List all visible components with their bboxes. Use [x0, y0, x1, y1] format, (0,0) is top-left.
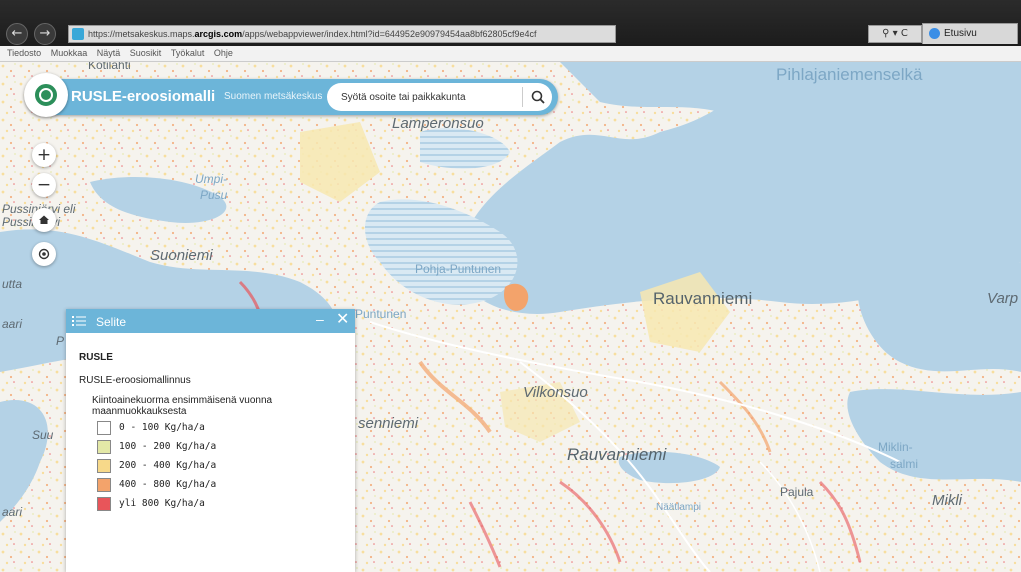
legend-swatch	[97, 478, 111, 492]
menu-favorites[interactable]: Suosikit	[130, 48, 162, 58]
map-label: Lamperonsuo	[392, 115, 484, 132]
search-divider	[522, 87, 523, 107]
legend-item-label: yli 800 Kg/ha/a	[119, 498, 205, 509]
legend-item-label: 200 - 400 Kg/ha/a	[119, 460, 217, 471]
legend-item-label: 400 - 800 Kg/ha/a	[119, 479, 217, 490]
address-bar[interactable]: https://metsakeskus.maps.arcgis.com/apps…	[68, 25, 616, 43]
map-label: Suoniemi	[150, 247, 213, 264]
map-label: P	[56, 334, 65, 348]
map-label: Varp	[987, 290, 1019, 307]
search-box	[327, 83, 552, 111]
legend-header: Selite – ✕	[66, 309, 355, 333]
map-label: senniemi	[358, 415, 419, 432]
map-label: aari	[2, 317, 23, 331]
legend-layer-name: RUSLE	[79, 352, 113, 363]
legend-swatch	[97, 440, 111, 454]
list-icon	[72, 316, 86, 326]
app-title: RUSLE-eroosiomalli	[71, 88, 216, 105]
map-label: Pajula	[780, 485, 814, 499]
legend-swatch	[97, 459, 111, 473]
url-path: /apps/webappviewer/index.html?id=644952e…	[242, 29, 537, 39]
menu-file[interactable]: Tiedosto	[7, 48, 41, 58]
back-arrow-icon[interactable]: ←	[6, 23, 28, 45]
legend-sublayer-name: RUSLE-eroosiomallinnus	[79, 375, 191, 386]
legend-swatch	[97, 421, 111, 435]
url-prefix: https://metsakeskus.maps.	[88, 29, 195, 39]
home-icon	[39, 215, 49, 224]
app-subtitle: Suomen metsäkeskus	[224, 91, 323, 102]
locate-icon	[38, 248, 50, 260]
map-label: aari	[2, 505, 23, 519]
menu-tools[interactable]: Työkalut	[171, 48, 205, 58]
map-label: Vilkonsuo	[523, 384, 588, 401]
logo-dot-icon	[41, 90, 51, 100]
map-label: utta	[2, 277, 23, 291]
map-label: Kotilahti	[88, 62, 131, 72]
map-label: Suu	[32, 428, 54, 442]
legend-swatch	[97, 497, 111, 511]
home-button[interactable]	[32, 208, 56, 232]
url-domain: arcgis.com	[194, 29, 243, 39]
menu-edit[interactable]: Muokkaa	[51, 48, 88, 58]
zoom-in-button[interactable]: +	[32, 143, 56, 167]
map-label: salmi	[890, 457, 919, 471]
browser-menubar: Tiedosto Muokkaa Näytä Suosikit Työkalut…	[0, 46, 1021, 62]
map-label: Umpi-	[195, 172, 227, 186]
legend-item-label: 100 - 200 Kg/ha/a	[119, 441, 217, 452]
forward-arrow-icon[interactable]: →	[34, 23, 56, 45]
map-label: Rauvanniemi	[567, 445, 667, 464]
legend-item-label: 0 - 100 Kg/ha/a	[119, 422, 205, 433]
tab-label: Etusivu	[944, 28, 977, 39]
map-label: Rauvanniemi	[653, 289, 753, 308]
map-label: Pohja-Puntunen	[415, 262, 502, 276]
site-favicon-icon	[72, 28, 84, 40]
search-icon	[531, 90, 545, 104]
map-label: Miklin-	[878, 440, 913, 454]
search-button[interactable]	[527, 86, 549, 108]
legend-title: Selite	[96, 315, 127, 329]
legend-panel: Selite – ✕ RUSLE RUSLE-eroosiomallinnus …	[66, 309, 355, 572]
map-label: Mikli	[932, 492, 962, 509]
menu-help[interactable]: Ohje	[214, 48, 233, 58]
map-label: Pihlajaniemenselkä	[776, 65, 923, 84]
legend-description: Kiintoainekuorma ensimmäisenä vuonna maa…	[92, 395, 273, 417]
search-input[interactable]	[341, 90, 521, 104]
browser-tab[interactable]: Etusivu	[922, 23, 1018, 44]
browser-toolbar: ← → https://metsakeskus.maps.arcgis.com/…	[0, 0, 1021, 46]
menu-view[interactable]: Näytä	[97, 48, 121, 58]
address-search-controls[interactable]: ⚲ ▾ C	[868, 25, 922, 43]
map-label: Pusu	[200, 188, 228, 202]
zoom-out-button[interactable]: −	[32, 173, 56, 197]
locate-button[interactable]	[32, 242, 56, 266]
map-label: Puntunen	[355, 307, 407, 321]
ie-icon	[929, 27, 940, 39]
minimize-icon[interactable]: –	[316, 311, 324, 327]
map-label: Näätlampi	[656, 502, 702, 513]
app-logo	[24, 73, 68, 117]
close-icon[interactable]: ✕	[336, 309, 349, 328]
